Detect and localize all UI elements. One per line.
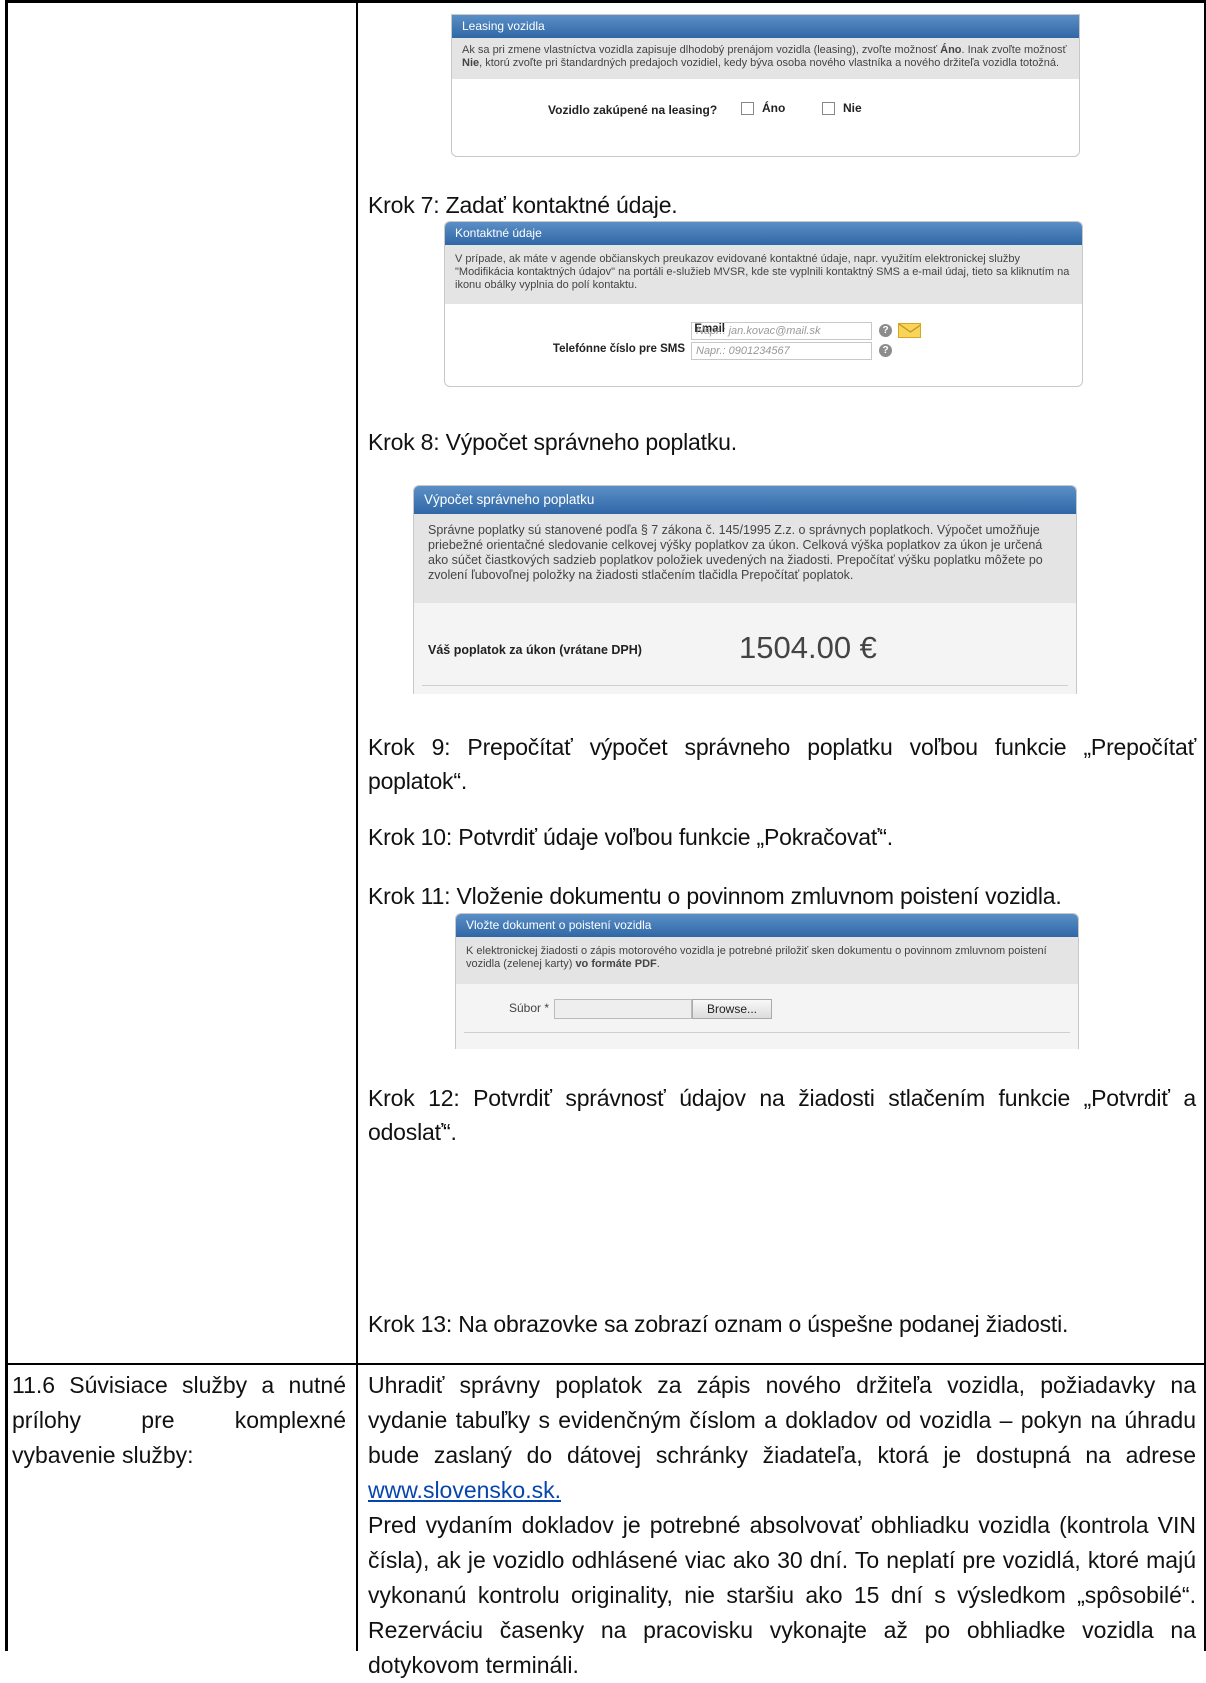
insurance-bottom-rule xyxy=(464,1032,1070,1033)
leasing-no-option[interactable]: Nie xyxy=(822,101,862,116)
row-divider xyxy=(5,1363,1206,1365)
step-9: Krok 9: Prepočítať výpočet správneho pop… xyxy=(368,734,1196,794)
insurance-panel-description: K elektronickej žiadosti o zápis motorov… xyxy=(456,937,1078,984)
leasing-yes-label: Áno xyxy=(762,101,786,115)
row-116-paragraph-1: Uhradiť správny poplatok za zápis nového… xyxy=(368,1372,1196,1503)
step-13: Krok 13: Na obrazovke sa zobrazí oznam o… xyxy=(368,1311,1069,1337)
fee-panel-title: Výpočet správneho poplatku xyxy=(414,486,1076,514)
step-10: Krok 10: Potvrdiť údaje voľbou funkcie „… xyxy=(368,824,893,850)
slovensko-link[interactable]: www.slovensko.sk. xyxy=(368,1477,561,1503)
contact-panel: Kontaktné údaje V prípade, ak máte v age… xyxy=(444,221,1083,387)
leasing-panel-title: Leasing vozidla xyxy=(452,15,1079,38)
browse-button[interactable]: Browse... xyxy=(692,999,772,1019)
step-8: Krok 8: Výpočet správneho poplatku. xyxy=(368,429,737,455)
email-help-icon[interactable]: ? xyxy=(879,324,892,337)
contact-panel-description: V prípade, ak máte v agende občianskych … xyxy=(445,245,1082,304)
step-7: Krok 7: Zadať kontaktné údaje. xyxy=(368,192,678,218)
insurance-panel: Vložte dokument o poistení vozidla K ele… xyxy=(455,913,1079,1049)
sms-help-icon[interactable]: ? xyxy=(879,344,892,357)
step-11: Krok 11: Vloženie dokumentu o povinnom z… xyxy=(368,883,1062,909)
file-path-input[interactable] xyxy=(554,999,692,1019)
leasing-yes-option[interactable]: Áno xyxy=(741,101,786,116)
fee-panel: Výpočet správneho poplatku Správne popla… xyxy=(413,485,1077,694)
leasing-no-label: Nie xyxy=(843,101,862,115)
step-12: Krok 12: Potvrdiť správnosť údajov na ži… xyxy=(368,1085,1196,1145)
leasing-yes-checkbox[interactable] xyxy=(741,102,754,116)
insurance-panel-title: Vložte dokument o poistení vozidla xyxy=(456,914,1078,937)
email-field[interactable]: Napr.: jan.kovac@mail.sk xyxy=(691,322,872,340)
leasing-no-checkbox[interactable] xyxy=(822,102,835,116)
sms-field[interactable]: Napr.: 0901234567 xyxy=(691,342,872,360)
row-116-label: 11.6 Súvisiace služby a nutné prílohy pr… xyxy=(12,1372,346,1468)
column-divider xyxy=(356,0,358,1651)
contact-panel-title: Kontaktné údaje xyxy=(445,222,1082,245)
envelope-icon[interactable] xyxy=(898,323,921,338)
fee-panel-description: Správne poplatky sú stanovené podľa § 7 … xyxy=(414,514,1076,603)
leasing-question: Vozidlo zakúpené na leasing? xyxy=(548,103,718,117)
leasing-panel-description: Ak sa pri zmene vlastníctva vozidla zapi… xyxy=(452,38,1079,79)
fee-label: Váš poplatok za úkon (vrátane DPH) xyxy=(428,643,642,657)
file-label: Súbor * xyxy=(509,1001,550,1015)
leasing-panel: Leasing vozidla Ak sa pri zmene vlastníc… xyxy=(451,14,1080,157)
fee-bottom-rule xyxy=(422,685,1068,686)
sms-label: Telefónne číslo pre SMS xyxy=(552,343,685,355)
fee-value: 1504.00 € xyxy=(739,630,877,665)
row-116-paragraph-2: Pred vydaním dokladov je potrebné absolv… xyxy=(368,1512,1196,1678)
